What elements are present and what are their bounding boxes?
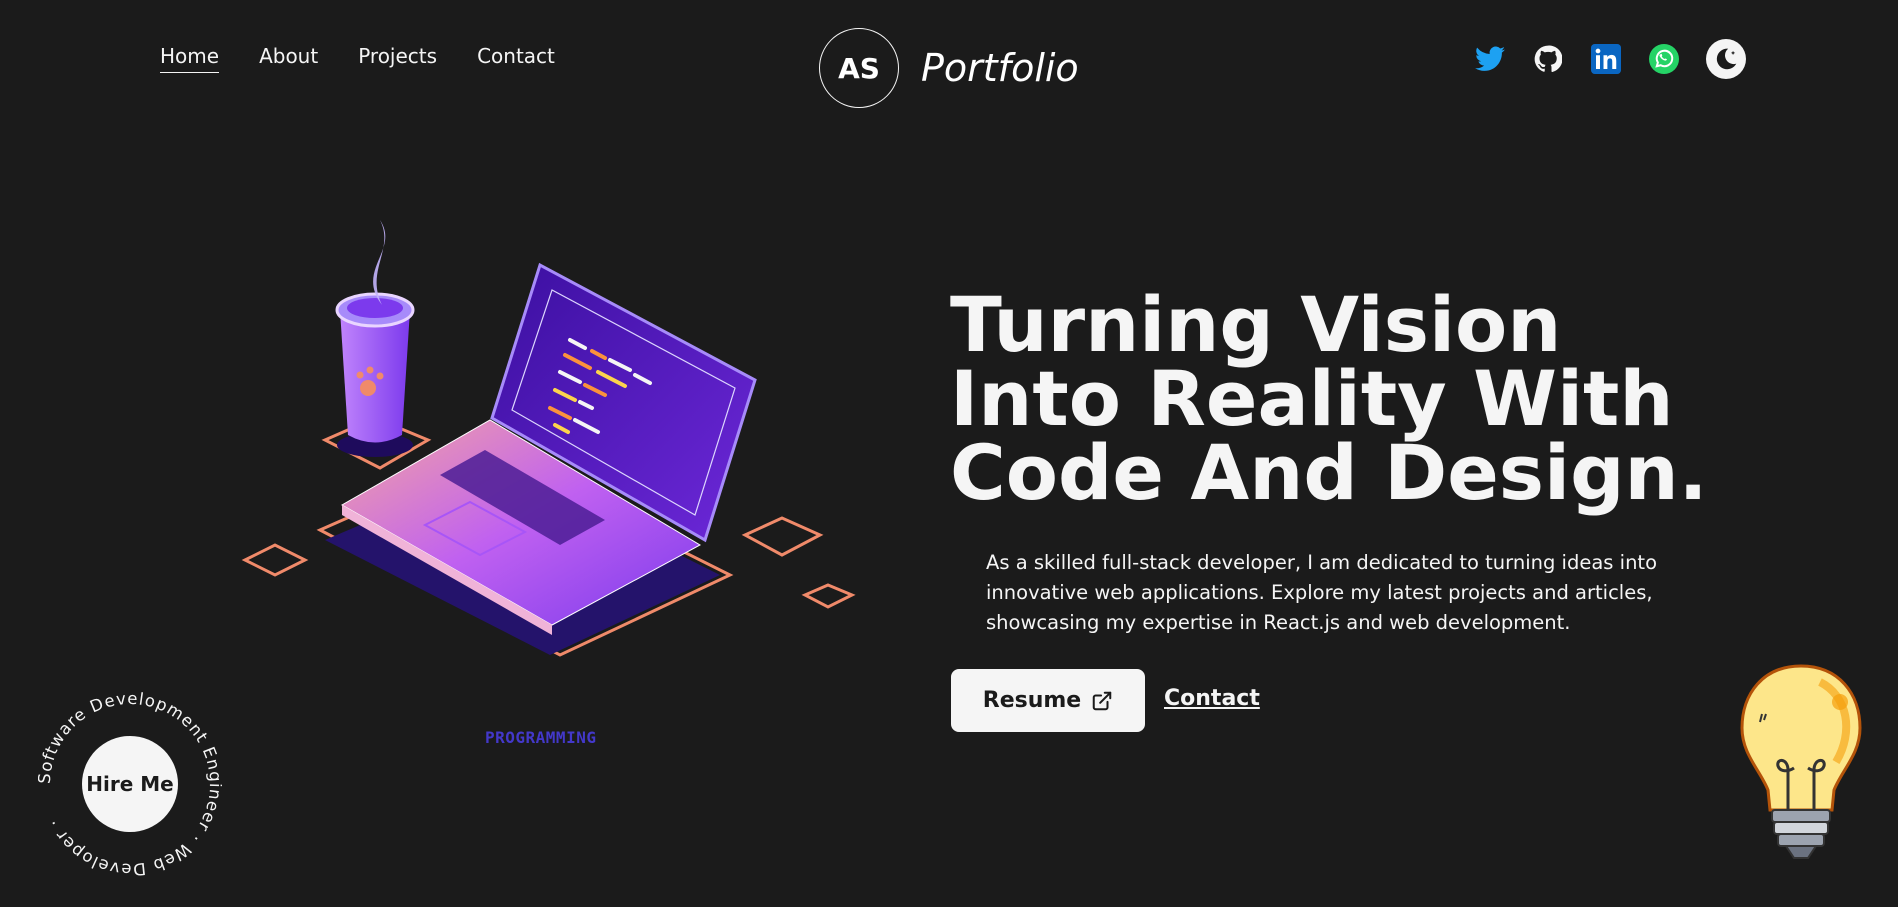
nav-projects-link[interactable]: Projects bbox=[358, 44, 437, 73]
theme-toggle-button[interactable] bbox=[1706, 39, 1746, 79]
nav-about-link[interactable]: About bbox=[259, 44, 318, 73]
nav-home-link[interactable]: Home bbox=[160, 44, 220, 73]
developer-illustration bbox=[230, 210, 870, 680]
lightbulb-icon bbox=[1738, 662, 1864, 870]
hire-me-badge: Software Development Engineer · Web Deve… bbox=[35, 689, 224, 879]
brand-name: Portfolio bbox=[921, 46, 1079, 90]
linkedin-icon[interactable] bbox=[1590, 43, 1622, 75]
brand: AS Portfolio bbox=[819, 28, 1079, 108]
external-link-icon bbox=[1092, 691, 1112, 710]
resume-label: Resume bbox=[982, 688, 1082, 713]
hire-me-button[interactable]: Hire Me bbox=[82, 736, 178, 832]
twitter-icon[interactable] bbox=[1474, 43, 1506, 75]
main-nav: Home About Projects Contact bbox=[160, 44, 555, 73]
resume-button[interactable]: Resume bbox=[951, 669, 1145, 732]
github-icon[interactable] bbox=[1532, 43, 1564, 75]
social-links bbox=[1474, 39, 1746, 79]
hero-headline: Turning Vision Into Reality With Code An… bbox=[950, 280, 1708, 517]
hero-contact-link[interactable]: Contact bbox=[1164, 686, 1260, 711]
logo-badge[interactable]: AS bbox=[819, 28, 899, 108]
nav-contact-link[interactable]: Contact bbox=[477, 44, 555, 73]
hero-description: As a skilled full-stack developer, I am … bbox=[986, 551, 1658, 634]
illustration-caption: PROGRAMMING bbox=[485, 728, 597, 747]
whatsapp-icon[interactable] bbox=[1648, 43, 1680, 75]
moon-icon bbox=[1716, 48, 1737, 70]
